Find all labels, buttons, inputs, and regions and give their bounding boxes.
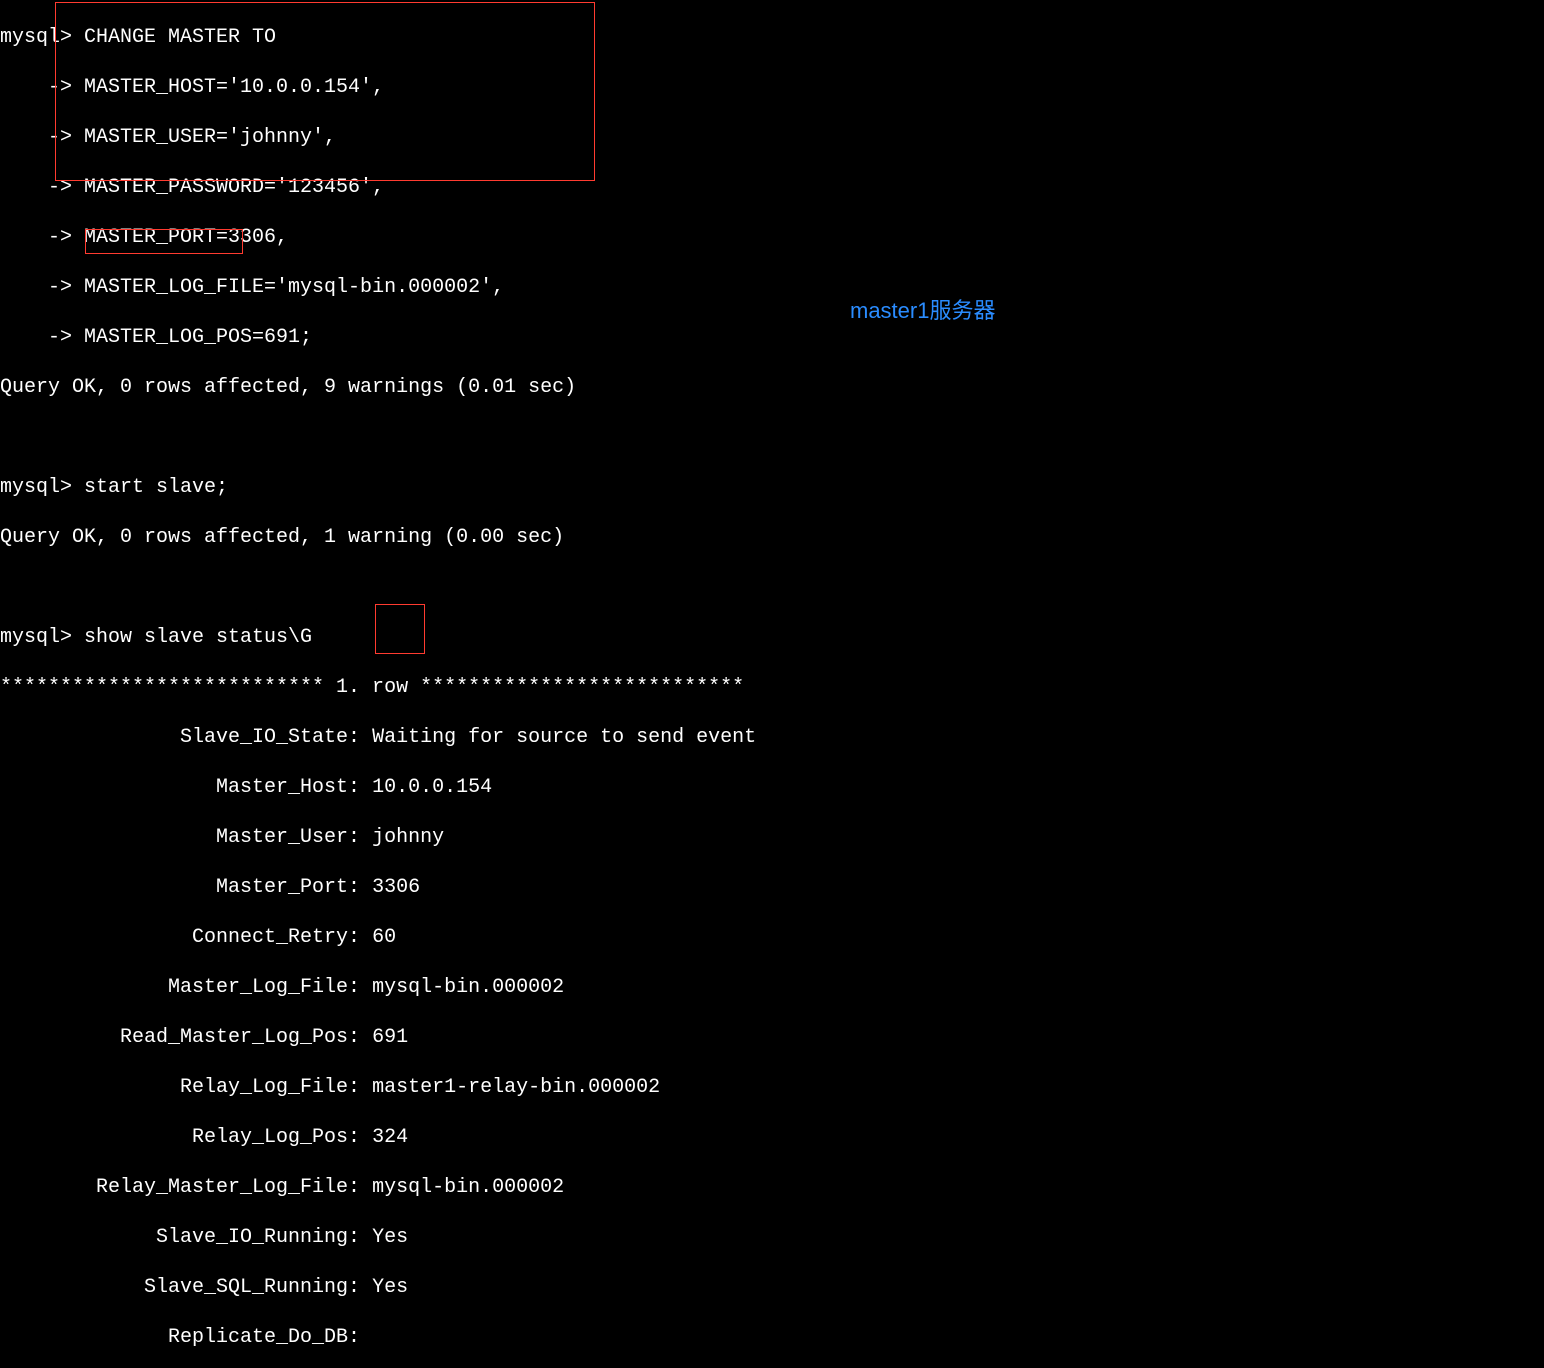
status-master-port: 3306: [372, 876, 420, 899]
status-key: Relay_Log_File:: [0, 1076, 372, 1099]
status-relay-log-pos: 324: [372, 1126, 408, 1149]
status-slave-sql-running: Yes: [372, 1276, 408, 1299]
blank-line: [0, 426, 12, 449]
status-key: Slave_SQL_Running:: [0, 1276, 372, 1299]
cmd-master-user: MASTER_USER='johnny',: [84, 126, 336, 149]
status-key: Master_Port:: [0, 876, 372, 899]
status-key: Relay_Master_Log_File:: [0, 1176, 372, 1199]
status-slave-io-running: Yes: [372, 1226, 408, 1249]
cont-prompt: ->: [0, 326, 84, 349]
status-connect-retry: 60: [372, 926, 396, 949]
status-master-host: 10.0.0.154: [372, 776, 492, 799]
cmd-master-port: MASTER_PORT=3306,: [84, 226, 288, 249]
cmd-change-master: CHANGE MASTER TO: [84, 26, 276, 49]
status-key: Slave_IO_Running:: [0, 1226, 372, 1249]
status-key: Master_Log_File:: [0, 976, 372, 999]
row-separator: *************************** 1. row *****…: [0, 676, 744, 699]
status-key: Slave_IO_State:: [0, 726, 372, 749]
status-key: Master_Host:: [0, 776, 372, 799]
status-key: Relay_Log_Pos:: [0, 1126, 372, 1149]
status-master-user: johnny: [372, 826, 444, 849]
query-result-1: Query OK, 0 rows affected, 9 warnings (0…: [0, 376, 576, 399]
blank-line: [0, 576, 12, 599]
cmd-master-log-file: MASTER_LOG_FILE='mysql-bin.000002',: [84, 276, 504, 299]
mysql-prompt: mysql>: [0, 626, 84, 649]
mysql-prompt: mysql>: [0, 476, 84, 499]
annotation-master1-server: master1服务器: [850, 298, 995, 323]
cont-prompt: ->: [0, 176, 84, 199]
cont-prompt: ->: [0, 126, 84, 149]
status-key: Replicate_Do_DB:: [0, 1326, 372, 1349]
status-slave-io-state: Waiting for source to send event: [372, 726, 756, 749]
status-key: Master_User:: [0, 826, 372, 849]
status-key: Read_Master_Log_Pos:: [0, 1026, 372, 1049]
terminal-output[interactable]: mysql> CHANGE MASTER TO -> MASTER_HOST='…: [0, 0, 1544, 1368]
status-read-master-log-pos: 691: [372, 1026, 408, 1049]
cmd-show-slave-status: show slave status\G: [84, 626, 312, 649]
status-key: Connect_Retry:: [0, 926, 372, 949]
status-master-log-file: mysql-bin.000002: [372, 976, 564, 999]
cmd-master-log-pos: MASTER_LOG_POS=691;: [84, 326, 312, 349]
cont-prompt: ->: [0, 276, 84, 299]
cmd-master-host: MASTER_HOST='10.0.0.154',: [84, 76, 384, 99]
query-result-2: Query OK, 0 rows affected, 1 warning (0.…: [0, 526, 564, 549]
cont-prompt: ->: [0, 226, 84, 249]
status-relay-master-log-file: mysql-bin.000002: [372, 1176, 564, 1199]
cont-prompt: ->: [0, 76, 84, 99]
cmd-start-slave: start slave;: [84, 476, 228, 499]
mysql-prompt: mysql>: [0, 26, 84, 49]
status-relay-log-file: master1-relay-bin.000002: [372, 1076, 660, 1099]
cmd-master-password: MASTER_PASSWORD='123456',: [84, 176, 384, 199]
